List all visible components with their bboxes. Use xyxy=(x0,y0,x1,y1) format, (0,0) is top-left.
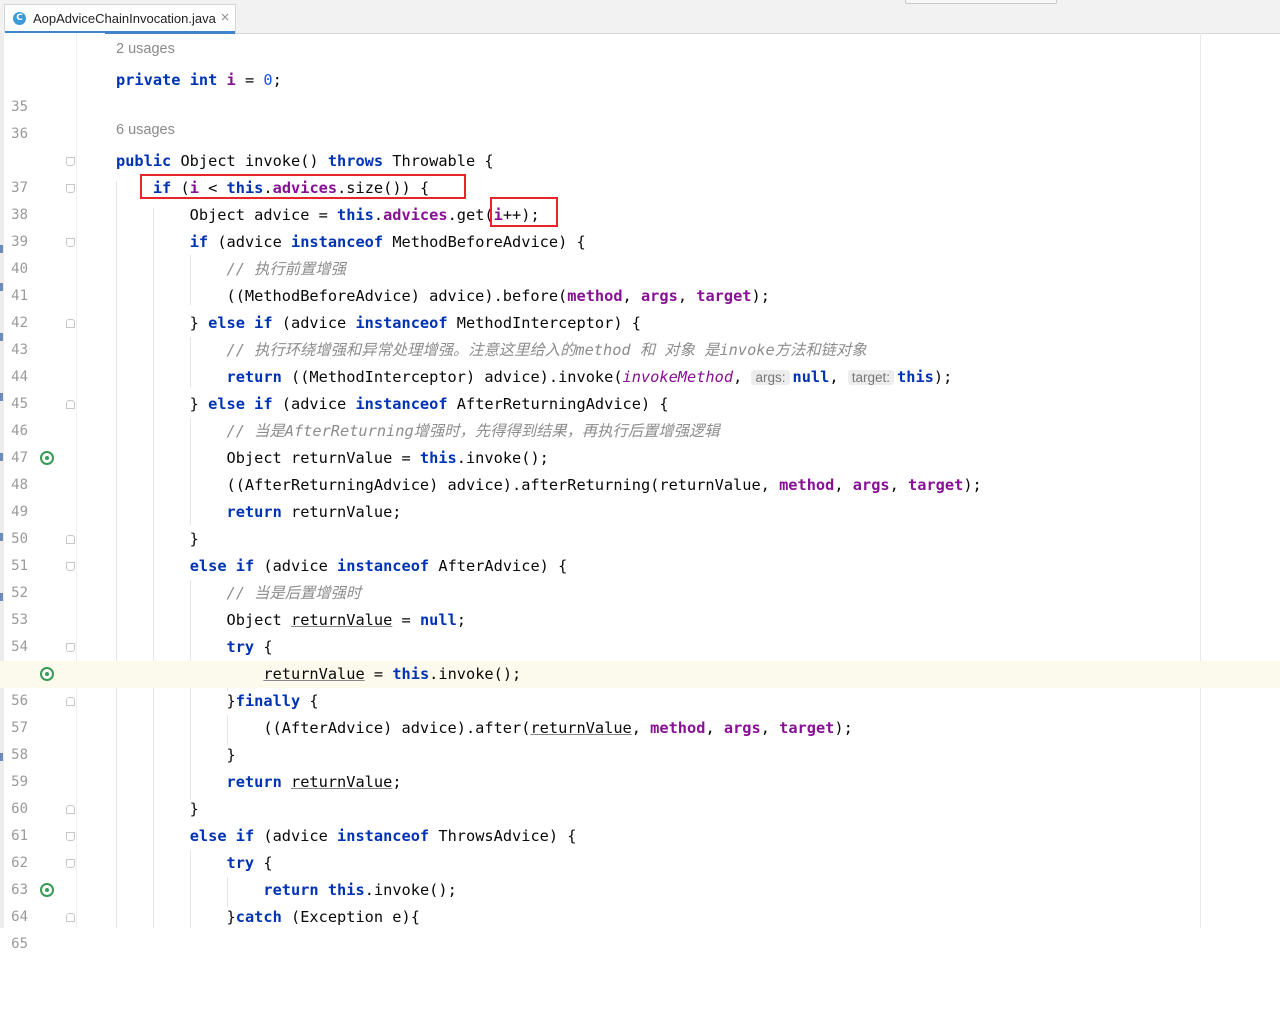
fold-marker-icon[interactable] xyxy=(66,400,75,409)
line-number: 65 xyxy=(11,936,28,952)
code-line[interactable]: 44 // 执行环绕增强和异常处理增强。注意这里给入的method 和 对象 是… xyxy=(0,337,1280,385)
fold-marker-icon[interactable] xyxy=(66,697,75,706)
code-line[interactable]: 64 return this.invoke(); xyxy=(0,877,1280,925)
java-class-icon: C xyxy=(13,12,26,25)
code-line[interactable]: 39 Object advice = this.advices.get(i++)… xyxy=(0,202,1280,250)
tab-title: AopAdviceChainInvocation.java xyxy=(33,11,216,26)
code-line[interactable]: 65 }catch (Exception e){ xyxy=(0,904,1280,952)
fold-marker-icon[interactable] xyxy=(66,535,75,544)
code-line[interactable]: 48 Object returnValue = this.invoke(); xyxy=(0,445,1280,493)
code-line[interactable]: 59 } xyxy=(0,742,1280,790)
recursive-call-icon[interactable] xyxy=(40,667,54,681)
highlight-box-condition xyxy=(140,174,466,199)
fold-marker-icon[interactable] xyxy=(66,643,75,652)
usages-hint[interactable]: 6 usages xyxy=(116,122,175,138)
fold-marker-icon[interactable] xyxy=(66,238,75,247)
fold-marker-icon[interactable] xyxy=(66,319,75,328)
parameter-hint: args: xyxy=(751,370,790,385)
code-line[interactable]: 45 return ((MethodInterceptor) advice).i… xyxy=(0,364,1280,412)
code-line[interactable]: 63 try { xyxy=(0,850,1280,898)
current-code-line[interactable]: 56 returnValue = this.invoke(); xyxy=(0,661,1280,709)
code-line[interactable]: 60 return returnValue; xyxy=(0,769,1280,817)
toolbar-widget[interactable] xyxy=(905,0,1057,4)
fold-marker-icon[interactable] xyxy=(66,562,75,571)
code-comment: // 执行前置增强 xyxy=(226,260,346,278)
fold-marker-icon[interactable] xyxy=(66,913,75,922)
code-line[interactable]: 50 return returnValue; xyxy=(0,499,1280,547)
code-line[interactable]: 41 // 执行前置增强 xyxy=(0,256,1280,304)
editor-tab[interactable]: C AopAdviceChainInvocation.java × xyxy=(4,4,236,34)
code-line[interactable]: 49 ((AfterReturningAdvice) advice).after… xyxy=(0,472,1280,520)
code-line[interactable]: 35 private int i = 0; xyxy=(0,67,1280,115)
code-line[interactable]: 47 // 当是AfterReturning增强时，先得得到结果，再执行后置增强… xyxy=(0,418,1280,466)
code-comment: // 当是后置增强时 xyxy=(226,584,362,602)
code-line[interactable]: 51 } xyxy=(0,526,1280,574)
code-line[interactable]: 52 else if (advice instanceof AfterAdvic… xyxy=(0,553,1280,601)
code-line[interactable]: 58 ((AfterAdvice) advice).after(returnVa… xyxy=(0,715,1280,763)
fold-marker-icon[interactable] xyxy=(66,184,75,193)
code-line[interactable]: 46 } else if (advice instanceof AfterRet… xyxy=(0,391,1280,439)
code-comment: // 当是AfterReturning增强时，先得得到结果，再执行后置增强逻辑 xyxy=(226,422,720,440)
code-line[interactable]: 61 } xyxy=(0,796,1280,844)
usages-hint[interactable]: 2 usages xyxy=(116,41,175,57)
close-icon[interactable]: × xyxy=(220,10,230,24)
code-line[interactable]: 62 else if (advice instanceof ThrowsAdvi… xyxy=(0,823,1280,871)
code-line[interactable]: 40 if (advice instanceof MethodBeforeAdv… xyxy=(0,229,1280,277)
line-number: 36 xyxy=(11,126,28,142)
code-editor[interactable]: 2 usages 35 private int i = 0; 36 6 usag… xyxy=(0,33,1280,952)
code-line[interactable]: 55 try { xyxy=(0,634,1280,682)
code-line[interactable]: 37 public Object invoke() throws Throwab… xyxy=(0,148,1280,196)
code-line[interactable]: 36 xyxy=(0,94,1280,142)
code-comment: // 执行环绕增强和异常处理增强。注意这里给入的method 和 对象 是inv… xyxy=(226,341,867,359)
highlight-box-increment xyxy=(490,197,558,227)
parameter-hint: target: xyxy=(847,370,895,385)
editor-tab-bar: C AopAdviceChainInvocation.java × xyxy=(0,0,1280,34)
fold-marker-icon[interactable] xyxy=(66,832,75,841)
code-line[interactable]: 42 ((MethodBeforeAdvice) advice).before(… xyxy=(0,283,1280,331)
code-line[interactable]: 43 } else if (advice instanceof MethodIn… xyxy=(0,310,1280,358)
fold-marker-icon[interactable] xyxy=(66,805,75,814)
code-line[interactable]: 57 }finally { xyxy=(0,688,1280,736)
code-line[interactable]: 54 Object returnValue = null; xyxy=(0,607,1280,655)
recursive-call-icon[interactable] xyxy=(40,451,54,465)
code-line[interactable]: 53 // 当是后置增强时 xyxy=(0,580,1280,628)
fold-marker-icon[interactable] xyxy=(66,157,75,166)
fold-marker-icon[interactable] xyxy=(66,859,75,868)
recursive-call-icon[interactable] xyxy=(40,883,54,897)
